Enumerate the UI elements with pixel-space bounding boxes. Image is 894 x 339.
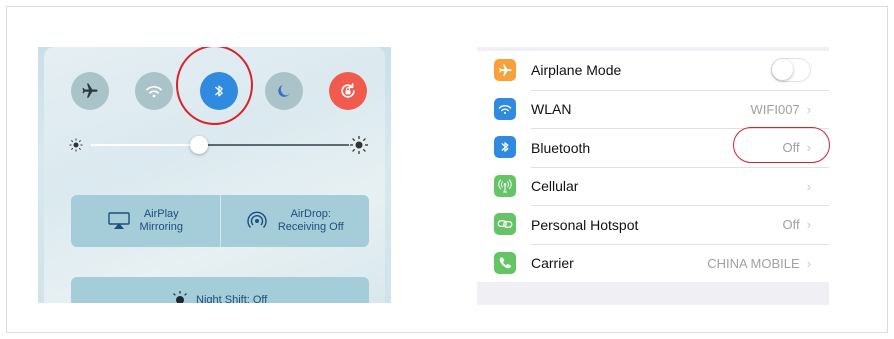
airdrop-icon	[247, 211, 267, 228]
row-value: WIFI007	[750, 101, 800, 117]
control-center-panel: AirPlay Mirroring AirDrop: Receiving Off…	[44, 47, 385, 303]
wifi-toggle[interactable]	[135, 72, 173, 110]
hotspot-icon	[494, 213, 516, 236]
airdrop-button[interactable]: AirDrop: Receiving Off	[219, 195, 370, 247]
row-carrier[interactable]: Carrier CHINA MOBILE ›	[477, 243, 829, 283]
row-label: WLAN	[531, 101, 572, 118]
do-not-disturb-toggle[interactable]	[265, 72, 303, 110]
airplay-airdrop-row: AirPlay Mirroring AirDrop: Receiving Off	[71, 195, 369, 247]
row-label: Personal Hotspot	[531, 216, 639, 233]
night-shift-icon	[173, 291, 187, 303]
row-value: CHINA MOBILE	[707, 255, 800, 271]
bluetooth-icon	[494, 136, 516, 159]
settings-panel: Airplane Mode WLAN WIFI007 › Bluetooth O…	[477, 47, 829, 305]
settings-list: Airplane Mode WLAN WIFI007 › Bluetooth O…	[477, 51, 829, 282]
row-wlan[interactable]: WLAN WIFI007 ›	[477, 89, 829, 129]
highlight-circle	[176, 47, 253, 125]
chevron-right-icon: ›	[806, 101, 811, 117]
row-label: Cellular	[531, 178, 579, 195]
chevron-right-icon: ›	[806, 255, 811, 271]
rotation-lock-toggle[interactable]	[329, 72, 367, 110]
chevron-right-icon: ›	[806, 178, 811, 194]
night-shift-label: Night Shift: Off	[196, 294, 268, 303]
airplay-label-1: AirPlay	[143, 208, 179, 220]
highlight-oval	[733, 127, 830, 163]
wifi-icon	[146, 85, 162, 98]
airdrop-label-1: AirDrop:	[290, 208, 331, 220]
brightness-low-icon	[69, 138, 83, 152]
control-center: AirPlay Mirroring AirDrop: Receiving Off…	[38, 47, 391, 303]
row-cellular[interactable]: Cellular ›	[477, 166, 829, 206]
row-label: Airplane Mode	[531, 62, 622, 79]
brightness-slider[interactable]	[69, 135, 369, 155]
phone-icon	[494, 251, 516, 274]
row-value: Off	[782, 217, 800, 233]
airplay-icon	[107, 212, 130, 229]
brightness-knob[interactable]	[190, 136, 209, 154]
row-label: Carrier	[531, 255, 574, 272]
airplane-mode-switch[interactable]	[771, 58, 811, 83]
airplane-icon	[82, 83, 98, 98]
rotation-lock-icon	[341, 83, 355, 98]
wifi-icon	[494, 97, 516, 120]
airplane-toggle[interactable]	[71, 72, 109, 110]
cellular-icon	[494, 174, 516, 197]
airplay-label-2: Mirroring	[139, 221, 183, 233]
row-airplane-mode[interactable]: Airplane Mode	[477, 51, 829, 90]
moon-icon	[278, 85, 290, 97]
chevron-right-icon: ›	[806, 217, 811, 233]
airplay-button[interactable]: AirPlay Mirroring	[71, 195, 220, 247]
row-personal-hotspot[interactable]: Personal Hotspot Off ›	[477, 205, 829, 244]
airplane-icon	[494, 59, 516, 82]
airdrop-label-2: Receiving Off	[277, 221, 344, 233]
brightness-track	[199, 144, 349, 146]
brightness-high-icon	[350, 136, 368, 154]
switch-knob	[772, 59, 793, 81]
night-shift-button[interactable]: Night Shift: Off	[71, 277, 369, 303]
brightness-fill	[91, 144, 200, 146]
